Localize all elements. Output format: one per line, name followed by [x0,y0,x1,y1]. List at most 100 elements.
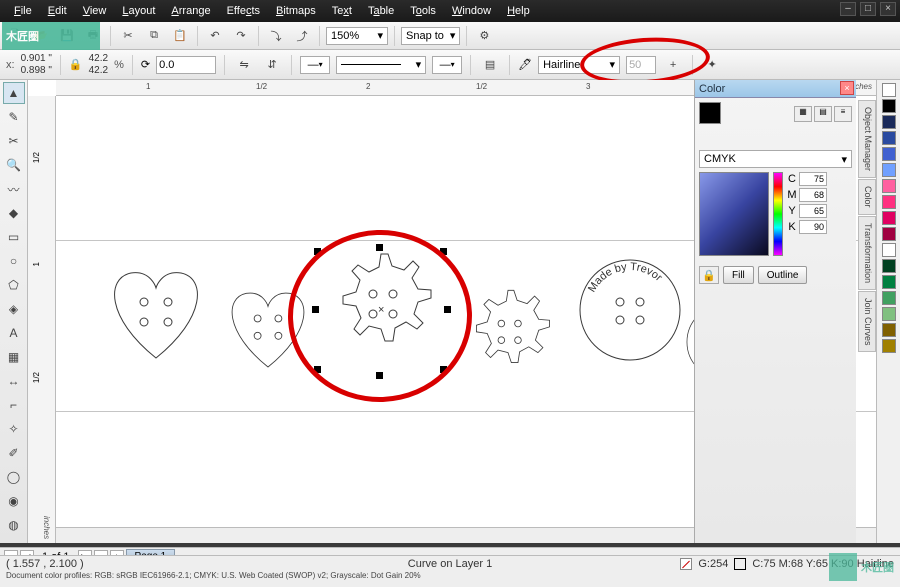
menu-bitmaps[interactable]: Bitmaps [268,3,324,19]
menu-text[interactable]: Text [324,3,360,19]
palette-swatch[interactable] [882,99,896,113]
color-gradient-field[interactable] [699,172,769,256]
menu-file[interactable]: File [6,3,40,19]
zoom-level-combo[interactable]: 150% ▾ [326,27,388,45]
mirror-v-button[interactable]: ⇵ [261,54,283,76]
selection-handle[interactable] [314,366,321,373]
line-style-combo[interactable]: ▾ [336,56,426,74]
palette-swatch[interactable] [882,323,896,337]
shape-tool[interactable]: ✎ [3,106,25,128]
black-input[interactable] [799,220,827,234]
copy-button[interactable]: ⧉ [143,25,165,47]
cyan-input[interactable] [799,172,827,186]
smart-fill-tool[interactable]: ◆ [3,202,25,224]
color-tab-1[interactable]: ▦ [794,106,812,122]
selection-handle[interactable] [312,306,319,313]
color-model-combo[interactable]: CMYK ▾ [699,150,852,168]
palette-swatch[interactable] [882,115,896,129]
palette-swatch[interactable] [882,163,896,177]
fill-indicator[interactable] [680,558,692,570]
menu-layout[interactable]: Layout [114,3,163,19]
close-button[interactable]: × [880,2,896,16]
docker-tab-object-manager[interactable]: Object Manager [858,100,876,178]
maximize-button[interactable]: □ [860,2,876,16]
end-arrowhead[interactable]: —▾ [432,56,462,74]
menu-effects[interactable]: Effects [219,3,268,19]
effects-button[interactable]: ✦ [701,54,723,76]
palette-swatch[interactable] [882,131,896,145]
export-button[interactable]: ⤴ [291,25,313,47]
circle-badge-1[interactable]: Made by Trevor [576,256,684,364]
eyedropper-tool[interactable]: ✐ [3,442,25,464]
magenta-input[interactable] [799,188,827,202]
options-button[interactable]: ⚙ [473,25,495,47]
cut-button[interactable]: ✂ [117,25,139,47]
docker-titlebar[interactable]: Color » [695,80,856,98]
palette-swatch[interactable] [882,147,896,161]
palette-swatch[interactable] [882,291,896,305]
color-tab-2[interactable]: ▤ [814,106,832,122]
menu-help[interactable]: Help [499,3,538,19]
selection-handle[interactable] [440,366,447,373]
selection-handle[interactable] [444,306,451,313]
palette-swatch[interactable] [882,179,896,193]
fill-tool[interactable]: ◉ [3,490,25,512]
paste-button[interactable]: 📋 [169,25,191,47]
selection-handle[interactable] [314,248,321,255]
freehand-tool[interactable]: 〰 [3,178,25,200]
hue-slider[interactable] [773,172,783,256]
docker-tab-join-curves[interactable]: Join Curves [858,291,876,353]
interactive-fill-tool[interactable]: ◍ [3,514,25,536]
selection-handle[interactable] [440,248,447,255]
palette-swatch[interactable] [882,243,896,257]
color-tab-3[interactable]: ≡ [834,106,852,122]
menu-view[interactable]: View [75,3,115,19]
crop-tool[interactable]: ✂ [3,130,25,152]
stepper-field[interactable]: 50 [626,56,656,74]
undo-button[interactable]: ↶ [204,25,226,47]
menu-arrange[interactable]: Arrange [163,3,218,19]
fill-button[interactable]: Fill [723,266,754,284]
outline-tool[interactable]: ◯ [3,466,25,488]
docker-tab-color[interactable]: Color [858,179,876,215]
dimension-tool[interactable]: ↔ [3,370,25,392]
import-button[interactable]: ⤵ [265,25,287,47]
palette-swatch[interactable] [882,259,896,273]
table-tool[interactable]: ▦ [3,346,25,368]
text-tool[interactable]: A [3,322,25,344]
mirror-h-button[interactable]: ⇋ [233,54,255,76]
docker-tab-transformation[interactable]: Transformation [858,216,876,290]
start-arrowhead[interactable]: —▾ [300,56,330,74]
minimize-button[interactable]: – [840,2,856,16]
rectangle-tool[interactable]: ▭ [3,226,25,248]
palette-swatch[interactable] [882,195,896,209]
plus-button[interactable]: + [662,54,684,76]
selection-handle[interactable] [376,372,383,379]
palette-swatch[interactable] [882,307,896,321]
lock-icon[interactable]: 🔒 [699,266,719,284]
pick-tool[interactable]: ▲ [3,82,25,104]
heart-shape-2[interactable] [216,280,320,376]
heart-shape-1[interactable] [96,258,216,368]
rotation-field[interactable]: 0.0 [156,56,216,74]
basic-shapes-tool[interactable]: ◈ [3,298,25,320]
snap-to-combo[interactable]: Snap to ▾ [401,27,460,45]
palette-swatch[interactable] [882,211,896,225]
zoom-tool[interactable]: 🔍 [3,154,25,176]
selection-handle[interactable] [376,244,383,251]
menu-edit[interactable]: Edit [40,3,75,19]
ellipse-tool[interactable]: ○ [3,250,25,272]
yellow-input[interactable] [799,204,827,218]
menu-table[interactable]: Table [360,3,402,19]
palette-swatch[interactable] [882,83,896,97]
outline-button[interactable]: Outline [758,266,808,284]
menu-tools[interactable]: Tools [402,3,444,19]
wrap-button[interactable]: ▤ [479,54,501,76]
redo-button[interactable]: ↷ [230,25,252,47]
polygon-tool[interactable]: ⬠ [3,274,25,296]
palette-swatch[interactable] [882,227,896,241]
connector-tool[interactable]: ⌐ [3,394,25,416]
outline-indicator[interactable] [734,558,746,570]
menu-window[interactable]: Window [444,3,499,19]
gear-shape-2[interactable] [454,282,562,390]
